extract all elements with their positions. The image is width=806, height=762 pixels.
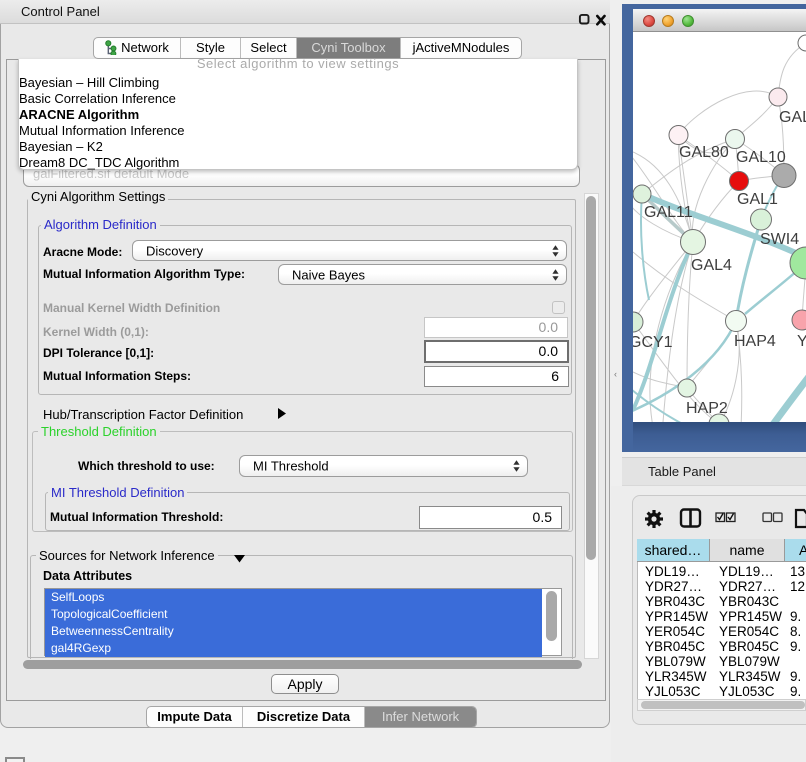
svg-text:Y: Y xyxy=(797,333,806,350)
svg-text:GAL2: GAL2 xyxy=(779,109,806,126)
svg-text:GAL80: GAL80 xyxy=(679,144,729,161)
svg-text:GAL1: GAL1 xyxy=(737,191,778,208)
svg-text:GAL4: GAL4 xyxy=(691,257,732,274)
svg-text:HAP4: HAP4 xyxy=(734,333,776,350)
svg-text:SWI4: SWI4 xyxy=(760,231,799,248)
svg-text:GCY1: GCY1 xyxy=(633,334,673,351)
svg-text:GAL10: GAL10 xyxy=(736,149,786,166)
svg-text:GAL11: GAL11 xyxy=(644,204,693,221)
svg-text:HAP2: HAP2 xyxy=(686,400,728,417)
